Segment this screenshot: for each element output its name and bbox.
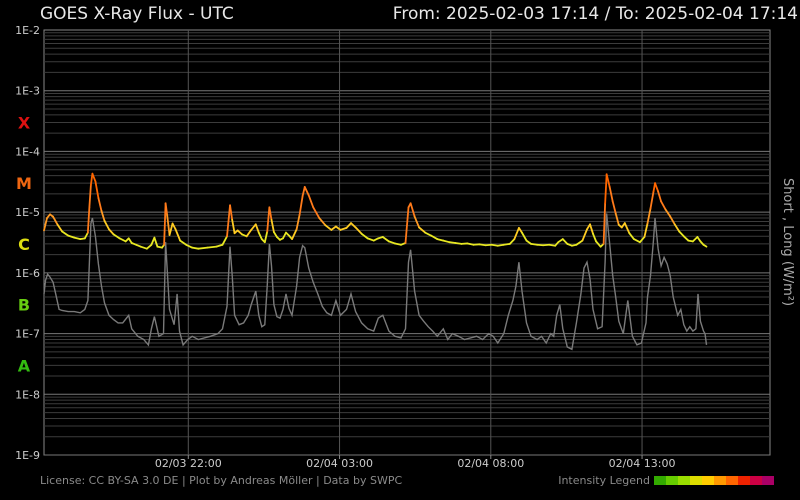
long-channel-segment — [191, 246, 200, 250]
footer-license: License: CC BY-SA 3.0 DE | Plot by Andre… — [40, 474, 403, 487]
long-channel-segment — [454, 242, 463, 245]
flare-class-label: X — [18, 113, 31, 132]
y-tick-label: 1E-5 — [15, 206, 40, 219]
intensity-legend-swatch — [738, 476, 750, 485]
long-channel-segment — [478, 243, 487, 247]
intensity-legend-swatch — [678, 476, 690, 485]
intensity-legend-swatch — [750, 476, 762, 485]
intensity-legend-swatch — [654, 476, 666, 485]
y-tick-label: 1E-3 — [15, 85, 40, 98]
intensity-legend-label: Intensity Legend — [558, 474, 650, 487]
intensity-legend-swatch — [702, 476, 714, 485]
y-axis-label: Short , Long (W/m²) — [780, 178, 795, 306]
y-tick-label: 1E-9 — [15, 449, 40, 462]
intensity-legend-swatch — [666, 476, 678, 485]
x-tick-label: 02/04 03:00 — [306, 457, 373, 470]
intensity-legend-swatch — [726, 476, 738, 485]
y-tick-label: 1E-8 — [15, 388, 40, 401]
intensity-legend-swatch — [714, 476, 726, 485]
long-channel-segment — [197, 246, 209, 250]
flare-class-label: A — [18, 356, 31, 375]
long-channel-segment — [448, 241, 457, 244]
intensity-legend-swatch — [690, 476, 702, 485]
x-tick-label: 02/03 22:00 — [155, 457, 222, 470]
long-channel-segment — [502, 242, 511, 246]
xray-flux-chart: 1E-9 1E-8 1E-7 1E-6 1E-5 1E-4 1E-3 1E-2 02/03 22… — [15, 24, 795, 470]
intensity-legend: Intensity Legend — [558, 474, 774, 487]
flare-class-label: M — [16, 174, 32, 193]
intensity-legend-swatches — [654, 476, 774, 485]
long-channel-segment — [206, 245, 218, 249]
flare-class-label: B — [18, 296, 30, 315]
x-tick-label: 02/04 08:00 — [457, 457, 524, 470]
intensity-legend-swatch — [762, 476, 774, 485]
flare-class-label: C — [18, 235, 30, 254]
y-tick-label: 1E-2 — [15, 24, 40, 37]
long-channel-segment — [548, 243, 557, 247]
y-tick-label: 1E-4 — [15, 145, 40, 158]
x-tick-label: 02/04 13:00 — [609, 457, 676, 470]
y-tick-label: 1E-7 — [15, 328, 40, 341]
long-channel-segment — [530, 242, 538, 246]
long-channel-segment — [496, 243, 505, 247]
y-tick-label: 1E-6 — [15, 267, 40, 280]
long-channel-segment — [490, 243, 499, 247]
